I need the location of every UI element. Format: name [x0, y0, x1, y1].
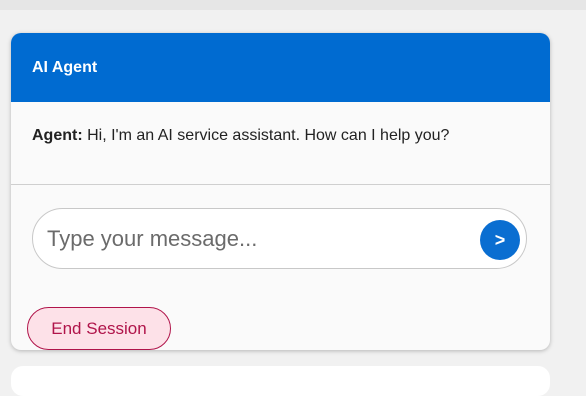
- send-button[interactable]: >: [480, 220, 520, 260]
- message-sender: Agent:: [32, 127, 83, 144]
- chat-header: AI Agent: [11, 33, 550, 102]
- message-input[interactable]: [47, 209, 467, 268]
- chat-title: AI Agent: [32, 58, 98, 76]
- end-session-button[interactable]: End Session: [27, 307, 171, 350]
- message-list: Agent: Hi, I'm an AI service assistant. …: [11, 102, 550, 185]
- chat-widget: AI Agent Agent: Hi, I'm an AI service as…: [11, 33, 550, 350]
- message-text: Hi, I'm an AI service assistant. How can…: [87, 127, 450, 144]
- message-composer: >: [32, 208, 527, 269]
- next-card: [11, 366, 550, 396]
- agent-message: Agent: Hi, I'm an AI service assistant. …: [32, 127, 529, 145]
- top-strip: [0, 0, 586, 10]
- send-arrow-icon: >: [494, 229, 506, 250]
